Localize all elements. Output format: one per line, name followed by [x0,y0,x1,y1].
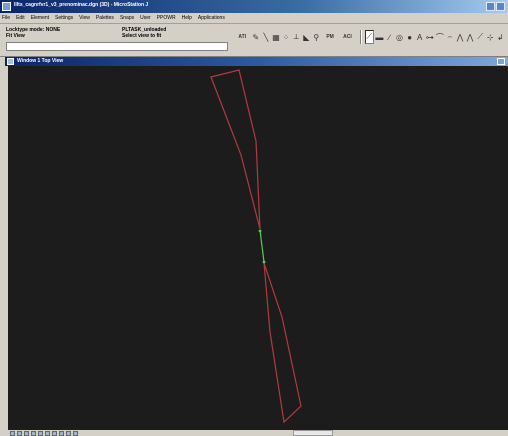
drop-icon[interactable]: ↲ [496,30,505,44]
pattern-icon[interactable]: ⁘ [282,30,291,44]
aci-tool-button[interactable]: ACI [339,30,355,44]
view-icon[interactable] [7,58,14,65]
view-next-icon[interactable] [66,430,71,436]
curve-icon[interactable]: ⌢ [445,30,454,44]
menu-user[interactable]: User [140,15,151,21]
drawing-svg [210,69,302,424]
menu-settings[interactable]: Settings [55,15,73,21]
block-icon[interactable]: ▬ [375,30,384,44]
view-previous-icon[interactable] [59,430,64,436]
status-slot [293,430,333,436]
arc-icon[interactable]: ⌒ [435,30,444,44]
polyline-icon[interactable]: ∕ [385,30,394,44]
menu-view[interactable]: View [79,15,90,21]
view-titlebar[interactable]: Window 1 Top View [5,57,508,66]
multi-peak-icon[interactable]: ⋀ [466,30,475,44]
line-icon[interactable]: ╲ [261,30,270,44]
menu-ppowr[interactable]: PPOWR [157,15,176,21]
menu-edit[interactable]: Edit [16,15,25,21]
view-title: Window 1 Top View [17,58,64,64]
copy-view-icon[interactable] [73,430,78,436]
measure-icon[interactable]: ⟂ [292,30,301,44]
menu-help[interactable]: Help [182,15,192,21]
close-button[interactable] [496,2,505,11]
view-close-button[interactable] [497,58,505,65]
menu-palettes[interactable]: Palettes [96,15,114,21]
ati-tool-button[interactable]: ATI [234,30,250,44]
peak-icon[interactable]: ⋀ [455,30,464,44]
window-area-icon[interactable] [31,430,36,436]
cell-icon[interactable]: ⊶ [425,30,434,44]
dimension-icon[interactable]: ⊹ [486,30,495,44]
place-line-icon[interactable]: ⟋ [364,30,374,44]
app-titlebar: lllts_cagnrfvr1_v3_prenominac.dgn (3D) -… [0,0,508,13]
rotate-view-icon[interactable] [45,430,50,436]
segment-handle[interactable] [262,260,266,264]
fill-icon[interactable]: ◣ [302,30,311,44]
command-status: Fit View [6,33,25,39]
menu-snaps[interactable]: Snaps [120,15,134,21]
menu-applications[interactable]: Applications [198,15,225,21]
menu-element[interactable]: Element [31,15,49,21]
main-toolbar: ATI ✎ ╲ ▦ ⁘ ⟂ ◣ ⚲ PM ACI ⟋ ▬ ∕ ◎ ● A ⊶ ⌒… [234,27,506,47]
grid-icon[interactable]: ▦ [272,30,281,44]
pm-tool-button[interactable]: PM [322,30,338,44]
menu-file[interactable]: File [2,15,10,21]
command-window: Locktype mode: NONE Fit View PLTASK_unlo… [0,24,508,57]
window-title: lllts_cagnrfvr1_v3_prenominac.dgn (3D) -… [14,2,149,8]
toolbar-separator [359,30,362,44]
drawing-canvas[interactable] [8,66,508,430]
lower-shape-element[interactable] [263,262,302,424]
zoom-in-icon[interactable] [17,430,22,436]
pan-view-icon[interactable] [52,430,57,436]
fit-view-icon[interactable] [38,430,43,436]
app-icon[interactable] [2,2,11,11]
circle-icon[interactable]: ◎ [395,30,404,44]
view-controls-bar [8,430,508,436]
update-view-icon[interactable] [10,430,15,436]
prompt-status: Select view to fit [122,33,162,39]
keyin-field[interactable] [6,42,228,51]
text-icon[interactable]: A [415,30,424,44]
angle-icon[interactable]: ⟋ [476,30,485,44]
upper-shape-element[interactable] [210,69,261,230]
point-icon[interactable]: ● [405,30,414,44]
selected-segment[interactable] [259,229,265,263]
zoom-out-icon[interactable] [24,430,29,436]
pencil-icon[interactable]: ✎ [251,30,260,44]
pin-icon[interactable]: ⚲ [312,30,321,44]
menubar: File Edit Element Settings View Palettes… [0,13,508,24]
minimize-button[interactable] [486,2,495,11]
segment-handle[interactable] [258,229,262,233]
